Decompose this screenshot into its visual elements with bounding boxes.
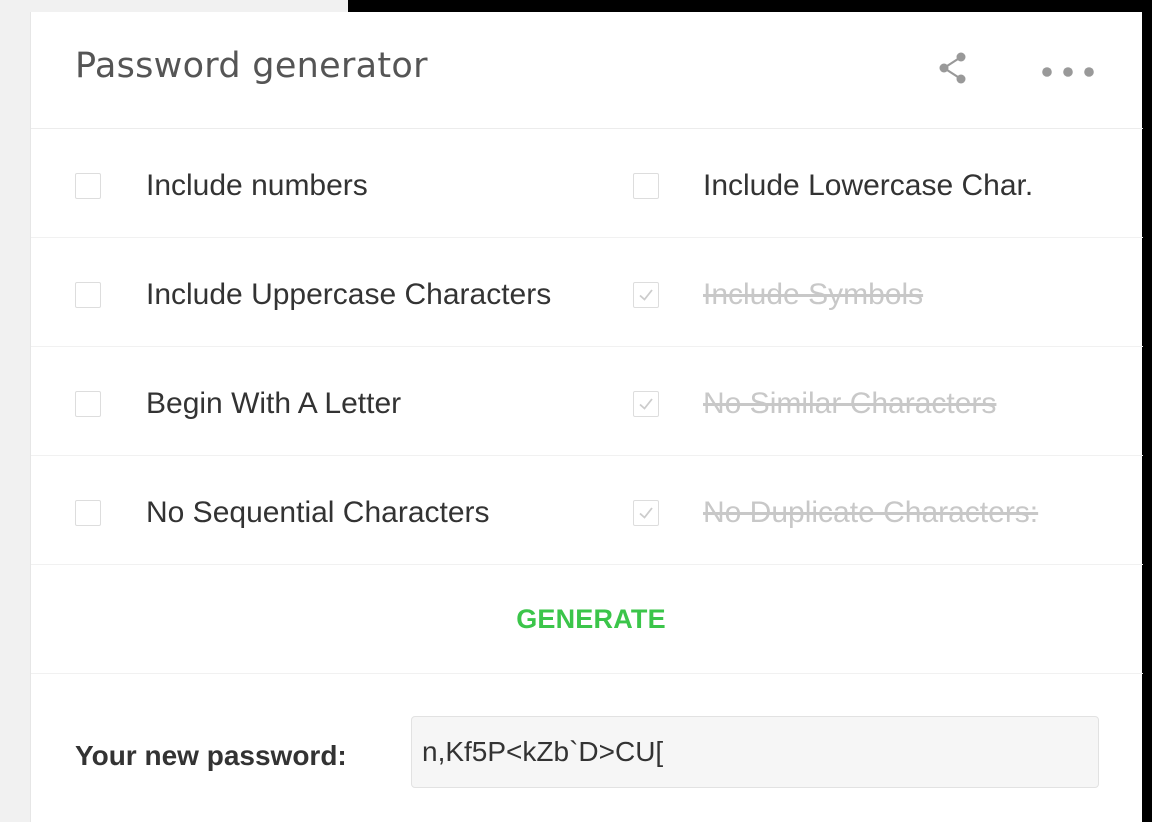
option-label: No Sequential Characters [146, 496, 490, 529]
generate-button[interactable]: GENERATE [491, 591, 691, 647]
more-horizontal-icon [1042, 67, 1094, 77]
option-label: Include Uppercase Characters [146, 278, 552, 311]
option-label: Include Lowercase Char. [703, 169, 1034, 202]
generate-row: GENERATE [31, 565, 1143, 674]
option-begin-with-letter[interactable]: Begin With A Letter [75, 347, 635, 455]
option-label: No Similar Characters [703, 387, 997, 420]
options-row: Include numbers Include Lowercase Char. [31, 129, 1143, 238]
option-label: Include Symbols [703, 278, 924, 311]
checkmark-icon [639, 507, 653, 519]
option-label: Include numbers [146, 169, 368, 202]
option-no-duplicate-characters[interactable]: No Duplicate Characters: [633, 456, 1133, 564]
password-generator-card: Password generator Include numbers Inclu… [30, 12, 1143, 822]
checkbox[interactable] [75, 391, 101, 417]
checkbox[interactable] [75, 500, 101, 526]
checkbox[interactable] [75, 173, 101, 199]
options-row: No Sequential Characters No Duplicate Ch… [31, 456, 1143, 565]
checkbox-checked[interactable] [633, 282, 659, 308]
options-row: Include Uppercase Characters Include Sym… [31, 238, 1143, 347]
option-no-similar-characters[interactable]: No Similar Characters [633, 347, 1133, 455]
checkbox[interactable] [633, 173, 659, 199]
option-include-numbers[interactable]: Include numbers [75, 129, 635, 237]
checkmark-icon [639, 398, 653, 410]
share-button[interactable] [931, 48, 975, 92]
new-password-field[interactable] [411, 716, 1099, 788]
option-include-uppercase[interactable]: Include Uppercase Characters [75, 238, 635, 346]
checkbox-checked[interactable] [633, 391, 659, 417]
checkbox-checked[interactable] [633, 500, 659, 526]
share-icon [939, 52, 966, 84]
checkbox[interactable] [75, 282, 101, 308]
option-label: Begin With A Letter [146, 387, 402, 420]
checkmark-icon [639, 289, 653, 301]
card-title: Password generator [75, 46, 428, 86]
option-no-sequential-characters[interactable]: No Sequential Characters [75, 456, 635, 564]
options-row: Begin With A Letter No Similar Character… [31, 347, 1143, 456]
new-password-label: Your new password: [75, 740, 347, 771]
option-include-lowercase[interactable]: Include Lowercase Char. [633, 129, 1133, 237]
option-include-symbols[interactable]: Include Symbols [633, 238, 1133, 346]
card-header: Password generator [31, 12, 1143, 129]
more-options-button[interactable] [1033, 52, 1103, 88]
option-label: No Duplicate Characters: [703, 496, 1039, 529]
